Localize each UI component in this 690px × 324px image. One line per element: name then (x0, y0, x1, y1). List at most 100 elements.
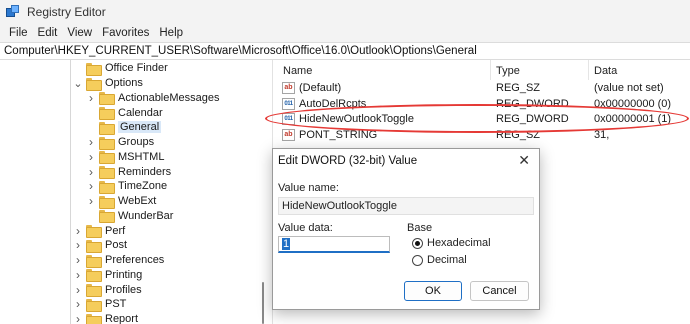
folder-icon (99, 92, 115, 106)
folder-icon (99, 136, 115, 150)
title-bar: Registry Editor (0, 0, 690, 24)
menu-file[interactable]: File (4, 27, 33, 39)
chevron-right-icon[interactable]: › (73, 253, 83, 267)
ok-button[interactable]: OK (404, 281, 462, 301)
folder-icon (99, 151, 115, 165)
tree-node-label: Printing (105, 268, 143, 281)
radio-selected-icon[interactable] (412, 237, 423, 249)
tree-node-label: PST (105, 298, 127, 311)
tree-node-reminders[interactable]: › Reminders (86, 164, 172, 180)
radio-unselected-icon[interactable] (412, 254, 423, 266)
column-header-name[interactable]: Name (283, 65, 312, 77)
chevron-down-icon[interactable]: ⌄ (73, 78, 83, 90)
tree-node-label: Profiles (105, 283, 142, 296)
chevron-right-icon[interactable]: › (86, 179, 96, 193)
chevron-right-icon[interactable]: › (86, 91, 96, 105)
tree-node-wunderbar[interactable]: WunderBar (86, 209, 173, 224)
chevron-right-icon[interactable]: › (73, 238, 83, 252)
tree-node-label: MSHTML (118, 150, 165, 163)
chevron-right-icon[interactable]: › (73, 297, 83, 311)
folder-icon (86, 239, 102, 253)
tree-node-report[interactable]: › Report (73, 312, 138, 324)
folder-icon (86, 298, 102, 312)
edit-dword-dialog: Edit DWORD (32-bit) Value ✕ Value name: … (272, 148, 540, 310)
chevron-right-icon[interactable]: › (73, 283, 83, 297)
value-data-label: Value data: (278, 222, 333, 234)
folder-icon (86, 269, 102, 283)
base-group-label: Base (407, 222, 433, 234)
string-value-icon: ab (282, 82, 295, 94)
value-data-cell: (value not set) (594, 82, 664, 94)
tree-node-label: Groups (118, 136, 155, 149)
folder-icon (99, 166, 115, 180)
tree-node-options[interactable]: ⌄ Options (73, 76, 143, 91)
tree-node-label: WebExt (118, 195, 157, 208)
folder-icon (99, 195, 115, 209)
tree-node-label: Report (105, 313, 139, 324)
column-header-type[interactable]: Type (496, 65, 520, 77)
tree-node-timezone[interactable]: › TimeZone (86, 179, 167, 194)
tree-guide-line (70, 60, 71, 324)
value-name-cell: (Default) (299, 82, 342, 94)
registry-value-row[interactable]: 011 HideNewOutlookToggle REG_DWORD 0x000000… (274, 112, 690, 128)
chevron-right-icon[interactable]: › (86, 150, 96, 164)
folder-icon (86, 225, 102, 239)
value-name-label: Value name: (278, 182, 339, 194)
tree-node-calendar[interactable]: Calendar (86, 105, 163, 121)
value-data-cell: 0x00000000 (0) (594, 97, 672, 110)
registry-value-row[interactable]: ab (Default) REG_SZ (value not set) (274, 81, 690, 97)
menu-favorites[interactable]: Favorites (97, 27, 154, 39)
tree-node-label: Calendar (118, 106, 163, 119)
tree-node-post[interactable]: › Post (73, 238, 127, 253)
chevron-right-icon[interactable]: › (86, 135, 96, 149)
address-bar[interactable]: Computer\HKEY_CURRENT_USER\Software\Micr… (0, 42, 690, 60)
chevron-right-icon[interactable]: › (86, 165, 96, 179)
folder-icon (99, 180, 115, 194)
tree-node-actionablemessages[interactable]: › ActionableMessages (86, 91, 220, 106)
list-header: Name Type Data (274, 60, 690, 80)
tree-node-webext[interactable]: › WebExt (86, 194, 156, 209)
menu-help[interactable]: Help (154, 27, 188, 39)
decimal-radio-option[interactable]: Decimal (412, 254, 467, 266)
tree-node-perf[interactable]: › Perf (73, 223, 125, 239)
cancel-button[interactable]: Cancel (470, 281, 529, 301)
binary-value-icon: 011 (282, 113, 295, 125)
value-type-cell: REG_DWORD (496, 97, 569, 110)
hexadecimal-label: Hexadecimal (427, 237, 491, 249)
tree-node-office-finder[interactable]: Office Finder (73, 61, 168, 76)
tree-node-general[interactable]: General (86, 120, 162, 135)
decimal-label: Decimal (427, 254, 467, 266)
tree-node-label: Post (105, 239, 128, 252)
registry-value-row[interactable]: ab PONT_STRING REG_SZ 31, (274, 128, 690, 144)
close-icon[interactable]: ✕ (518, 152, 530, 169)
value-data-input[interactable]: 1 (278, 236, 390, 253)
tree-scrollbar[interactable] (262, 282, 264, 324)
tree-node-printing[interactable]: › Printing (73, 268, 142, 283)
chevron-right-icon[interactable]: › (73, 268, 83, 282)
column-separator[interactable] (490, 60, 491, 80)
chevron-right-icon[interactable]: › (73, 312, 83, 324)
tree-node-groups[interactable]: › Groups (86, 135, 154, 150)
tree-node-preferences[interactable]: › Preferences (73, 253, 164, 268)
tree-node-mshtml[interactable]: › MSHTML (86, 150, 164, 165)
hexadecimal-radio-option[interactable]: Hexadecimal (412, 237, 491, 249)
registry-value-row[interactable]: 011 AutoDelRcpts REG_DWORD 0x00000000 (0) (274, 97, 690, 113)
registry-key-tree[interactable]: Office Finder ⌄ Options › ActionableMessages… (0, 60, 273, 324)
tree-node-label: Options (105, 77, 143, 90)
tree-node-label: Reminders (118, 165, 172, 178)
value-data-text: 1 (282, 238, 291, 250)
chevron-right-icon[interactable]: › (86, 194, 96, 208)
tree-node-profiles[interactable]: › Profiles (73, 282, 142, 298)
column-header-data[interactable]: Data (594, 65, 617, 77)
folder-icon (86, 313, 102, 324)
tree-node-label: General (118, 121, 162, 134)
menu-edit[interactable]: Edit (33, 27, 63, 39)
tree-node-pst[interactable]: › PST (73, 297, 126, 312)
menu-view[interactable]: View (62, 27, 97, 39)
column-separator[interactable] (588, 60, 589, 80)
chevron-right-icon[interactable]: › (73, 224, 83, 238)
folder-icon (99, 121, 115, 135)
